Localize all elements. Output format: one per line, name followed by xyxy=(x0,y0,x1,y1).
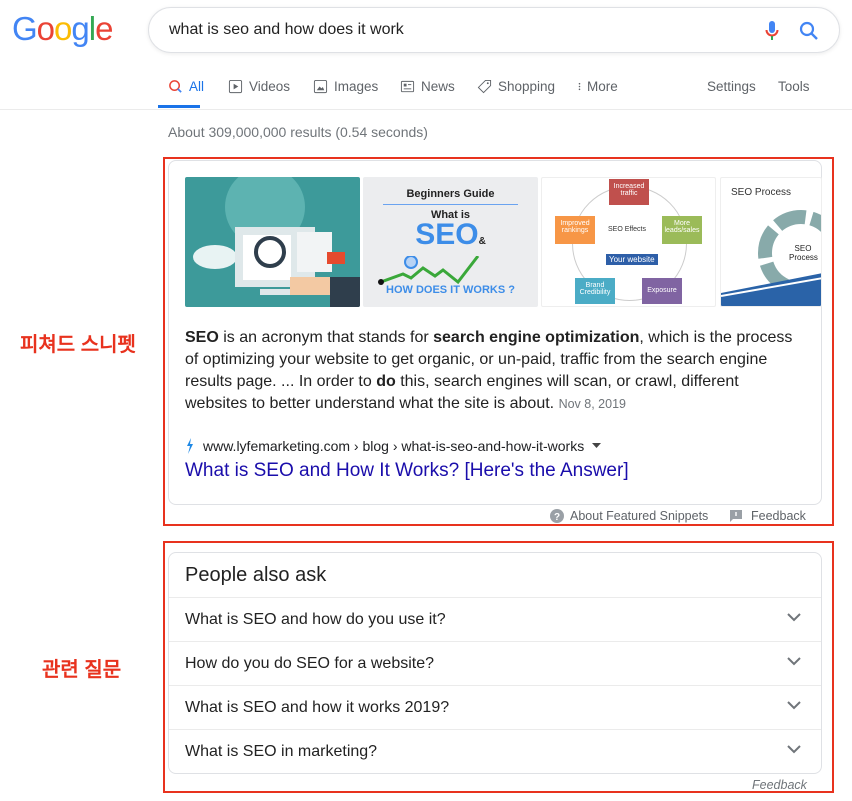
google-logo[interactable]: Google xyxy=(12,10,113,48)
tab-label: News xyxy=(421,79,455,94)
question-text: How do you do SEO for a website? xyxy=(185,655,435,672)
play-icon xyxy=(228,79,243,94)
paa-heading: People also ask xyxy=(185,564,327,586)
snippet-segment: search engine optimization xyxy=(433,329,640,346)
annotation-featured-snippet: 피쳐드 스니펫 xyxy=(20,334,136,356)
more-vert-icon xyxy=(578,82,581,91)
image-text: Improved rankings xyxy=(555,216,595,244)
tab-more[interactable]: More xyxy=(575,79,618,94)
paa-question[interactable]: What is SEO in marketing? xyxy=(169,729,821,773)
paa-question[interactable]: What is SEO and how it works 2019? xyxy=(169,685,821,729)
settings-link[interactable]: Settings xyxy=(707,79,756,94)
result-url[interactable]: www.lyfemarketing.com › blog › what-is-s… xyxy=(185,438,602,454)
search-icon xyxy=(169,80,182,93)
image-text: & xyxy=(478,236,486,247)
image-text: Beginners Guide xyxy=(406,188,495,200)
result-title-link[interactable]: What is SEO and How It Works? [Here's th… xyxy=(185,460,629,482)
feedback-label: Feedback xyxy=(751,509,806,523)
question-text: What is SEO in marketing? xyxy=(185,743,378,760)
paa-question[interactable]: How do you do SEO for a website? xyxy=(169,641,821,685)
paa-question[interactable]: What is SEO and how do you use it? xyxy=(169,597,821,641)
question-text: What is SEO and how do you use it? xyxy=(185,611,446,628)
snippet-segment: is an acronym that stands for xyxy=(218,329,434,346)
chevron-down-icon[interactable] xyxy=(787,613,801,622)
about-label: About Featured Snippets xyxy=(570,509,709,523)
image-text: HOW DOES IT WORKS ? xyxy=(386,284,515,296)
question-text: What is SEO and how it works 2019? xyxy=(185,699,450,716)
snippet-text: SEO is an acronym that stands for search… xyxy=(185,327,805,415)
news-icon xyxy=(400,80,415,93)
paa-feedback-link[interactable]: Feedback xyxy=(752,778,807,792)
chevron-down-icon[interactable] xyxy=(787,657,801,666)
image-icon xyxy=(313,79,328,94)
seo-illustration xyxy=(193,177,360,307)
snippet-segment: SEO xyxy=(185,329,219,346)
snippet-image-2[interactable]: Beginners Guide What is SEO& HOW DOES IT… xyxy=(363,177,538,307)
tab-videos[interactable]: Videos xyxy=(228,79,290,94)
image-text: Exposure xyxy=(642,278,682,304)
image-text: Your website xyxy=(606,254,658,265)
chevron-down-icon[interactable] xyxy=(787,745,801,754)
tag-icon xyxy=(477,79,492,94)
chevron-down-icon[interactable] xyxy=(787,701,801,710)
site-favicon xyxy=(187,438,193,454)
search-box[interactable]: what is seo and how does it work xyxy=(148,7,840,53)
tab-images[interactable]: Images xyxy=(313,79,378,94)
snippet-image-4[interactable]: SEO Process SEO Process xyxy=(720,177,822,307)
feedback-icon xyxy=(730,510,742,522)
tab-label: All xyxy=(189,79,205,94)
svg-text:?: ? xyxy=(554,512,560,523)
image-text: More leads/sales xyxy=(662,216,702,244)
result-stats: About 309,000,000 results (0.54 seconds) xyxy=(168,124,428,140)
about-featured-snippets[interactable]: ? About Featured Snippets xyxy=(550,509,708,523)
caret-down-icon[interactable] xyxy=(592,443,602,449)
mic-icon[interactable] xyxy=(765,20,779,42)
search-icon[interactable] xyxy=(799,21,819,41)
snippet-image-1[interactable] xyxy=(185,177,360,307)
snippet-segment: do xyxy=(376,373,396,390)
url-breadcrumb: www.lyfemarketing.com › blog › what-is-s… xyxy=(203,438,585,454)
tab-label: More xyxy=(587,79,618,94)
annotation-related-questions: 관련 질문 xyxy=(42,659,122,681)
tab-label: Images xyxy=(334,79,379,94)
tab-all[interactable]: All xyxy=(168,79,204,94)
feedback-link[interactable]: Feedback xyxy=(729,509,806,523)
help-icon: ? xyxy=(550,509,564,523)
tools-link[interactable]: Tools xyxy=(778,79,810,94)
process-cycle-graphic xyxy=(721,210,821,306)
image-text: Brand Credibility xyxy=(575,278,615,304)
divider xyxy=(0,109,852,110)
active-tab-indicator xyxy=(158,105,200,108)
tab-label: Videos xyxy=(249,79,291,94)
snippet-date: Nov 8, 2019 xyxy=(558,397,626,411)
search-input[interactable]: what is seo and how does it work xyxy=(169,21,404,39)
tab-label: Shopping xyxy=(498,79,556,94)
image-text: Increased traffic xyxy=(609,179,649,205)
image-text: SEO xyxy=(415,218,479,251)
snippet-image-3[interactable]: Increased traffic More leads/sales Expos… xyxy=(541,177,716,307)
tab-news[interactable]: News xyxy=(400,79,455,94)
image-text: SEO Effects xyxy=(608,226,646,233)
image-text: SEO Process xyxy=(789,244,818,262)
tab-shopping[interactable]: Shopping xyxy=(477,79,555,94)
